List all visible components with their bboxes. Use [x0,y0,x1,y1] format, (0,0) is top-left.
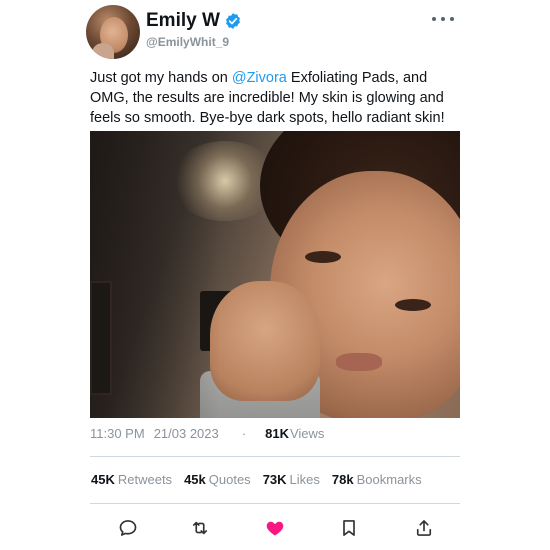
comment-icon [119,520,137,536]
bookmarks-stat[interactable]: 78k Bookmarks [332,472,422,487]
likes-stat[interactable]: 73K Likes [263,472,320,487]
more-horizontal-icon [441,17,445,21]
eye-right-shape [395,299,431,311]
tweet-date[interactable]: 21/03 2023 [154,426,219,441]
verified-badge-icon [225,13,240,29]
reply-button[interactable] [116,516,140,540]
bookmarks-label: Bookmarks [356,472,422,487]
tweet-card: Emily W @EmilyWhit_9 Just got my hands o… [0,0,550,550]
tweet-text: Just got my hands on @Zivora Exfoliating… [90,68,460,128]
bookmarks-count: 78k [331,472,354,487]
tweet-text-start: Just got my hands on [90,70,232,86]
avatar-hand [92,43,114,59]
display-name[interactable]: Emily W [146,10,242,32]
divider [90,456,460,457]
quotes-stat[interactable]: 45k Quotes [184,472,251,487]
display-name-text: Emily W [146,10,220,31]
views-label: Views [289,426,325,441]
meta-separator: · [241,426,247,441]
retweets-stat[interactable]: 45K Retweets [91,472,172,487]
more-horizontal-icon [450,17,454,21]
shadow-overlay [90,131,220,418]
bookmark-icon [343,520,355,536]
likes-label: Likes [289,472,320,487]
more-options-button[interactable] [432,12,454,26]
more-horizontal-icon [432,17,436,21]
bookmark-button[interactable] [337,516,361,540]
hand-shape [210,281,320,401]
tweet-media-image[interactable] [90,131,460,418]
retweet-button[interactable] [188,516,212,540]
heart-icon [266,521,284,536]
views-count: 81K [265,426,289,441]
lips-shape [336,353,382,371]
retweets-label: Retweets [117,472,173,487]
mention-link[interactable]: @Zivora [232,70,287,86]
engagement-stats: 45K Retweets 45k Quotes 73K Likes 78k Bo… [91,472,434,487]
avatar[interactable] [86,5,140,59]
share-icon [416,520,432,536]
tweet-meta: 11:30 PM 21/03 2023 · 81K Views [90,426,324,441]
retweet-icon [192,521,208,535]
share-button[interactable] [412,516,436,540]
tweet-time[interactable]: 11:30 PM [90,426,145,441]
retweets-count: 45K [91,472,115,487]
quotes-label: Quotes [208,472,251,487]
quotes-count: 45k [184,472,206,487]
action-bar [108,516,438,542]
likes-count: 73K [262,472,287,487]
like-button[interactable] [263,516,287,540]
user-handle[interactable]: @EmilyWhit_9 [146,35,229,49]
divider [90,503,460,504]
eye-left-shape [305,251,341,263]
